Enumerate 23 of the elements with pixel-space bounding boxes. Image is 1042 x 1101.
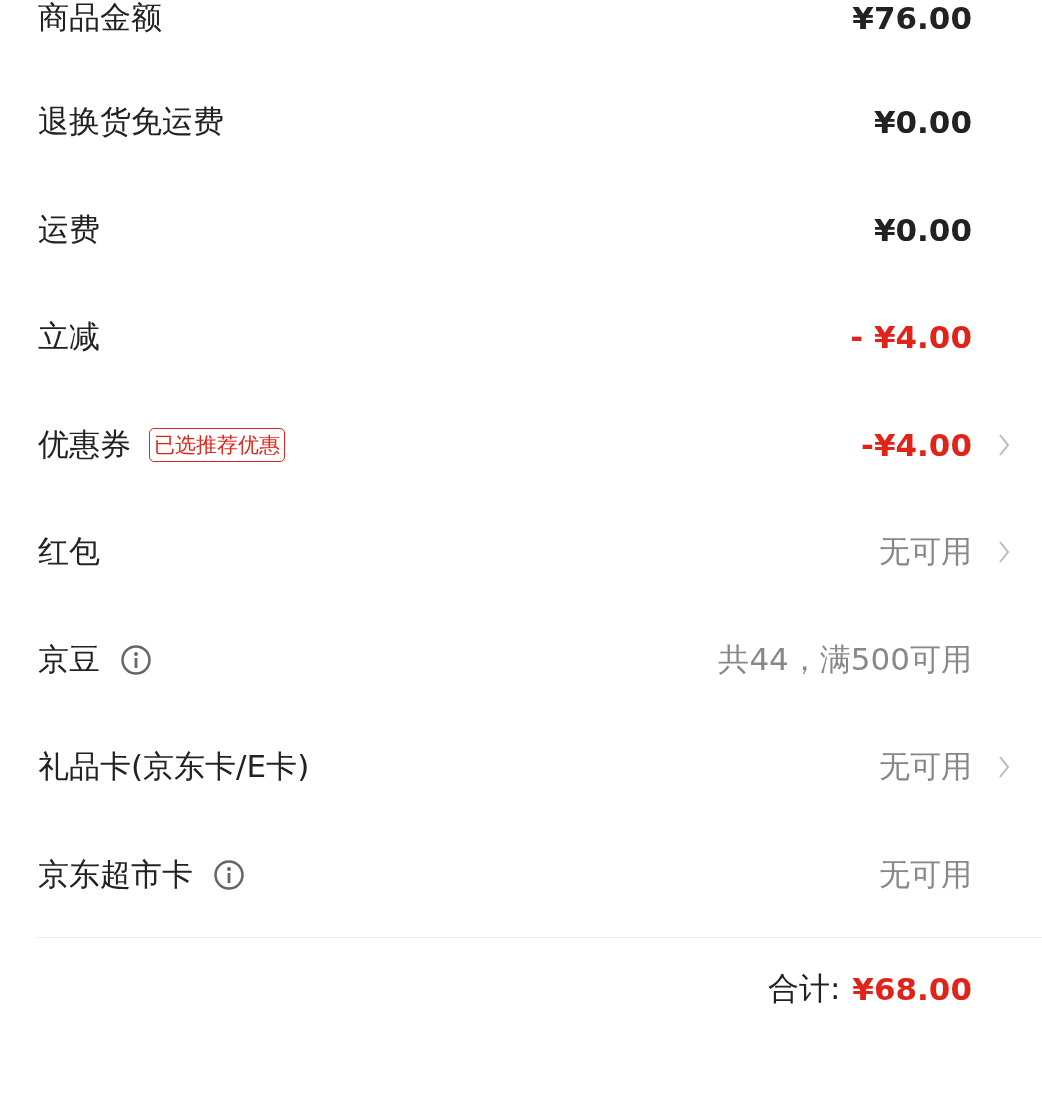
row-label: 京东超市卡 [38, 854, 193, 894]
row-label: 立减 [38, 317, 100, 357]
row-value: 无可用 [879, 747, 972, 787]
info-icon[interactable] [120, 643, 152, 676]
row-label: 优惠券 [38, 424, 131, 464]
row-label: 红包 [38, 532, 100, 572]
row-value: -¥4.00 [861, 426, 972, 463]
row-value: 无可用 [879, 854, 972, 894]
total-amount: ¥68.00 [852, 970, 972, 1007]
row-label: 京豆 [38, 639, 100, 679]
row-label: 商品金额 [38, 0, 162, 37]
coupon-tag: 已选推荐优惠 [149, 427, 285, 462]
total-label: 合计: [767, 968, 841, 1008]
row-value: ¥0.00 [873, 104, 972, 141]
row-label: 运费 [38, 209, 100, 249]
row-label: 礼品卡(京东卡/E卡) [38, 747, 310, 787]
row-value: ¥76.00 [852, 0, 972, 36]
row-label: 退换货免运费 [38, 102, 224, 142]
row-value: - ¥4.00 [850, 319, 972, 356]
row-value: 共44，满500可用 [718, 639, 972, 679]
row-value: ¥0.00 [873, 211, 972, 248]
row-value: 无可用 [879, 532, 972, 572]
info-icon[interactable] [213, 858, 245, 891]
